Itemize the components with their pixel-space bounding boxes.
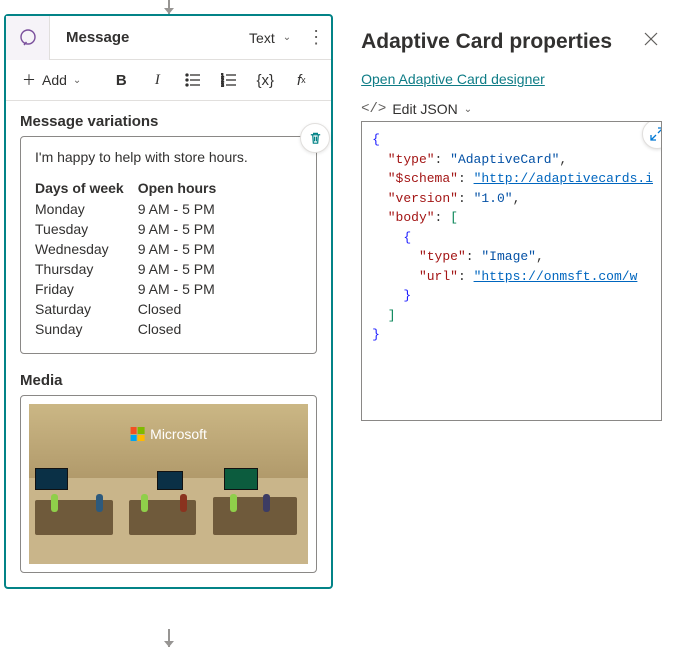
overflow-menu-button[interactable]: ⋮: [301, 27, 331, 48]
bullet-list-button[interactable]: [177, 66, 209, 94]
editor-toolbar: ＋ Add ⌄ B I 123 {x} fx: [6, 60, 331, 101]
hours-table: Days of week Open hours Monday9 AM - 5 P…: [35, 177, 230, 339]
card-header: Message Text ⌄ ⋮: [6, 16, 331, 60]
media-title: Media: [20, 372, 317, 389]
formula-button[interactable]: fx: [285, 66, 317, 94]
type-selector[interactable]: Text ⌄: [239, 26, 301, 50]
number-list-button[interactable]: 123: [213, 66, 245, 94]
table-row: Monday9 AM - 5 PM: [35, 199, 230, 219]
properties-title: Adaptive Card properties: [361, 30, 612, 54]
variation-intro: I'm happy to help with store hours.: [35, 149, 302, 165]
table-row: Thursday9 AM - 5 PM: [35, 259, 230, 279]
card-title: Message: [50, 29, 239, 46]
table-header-row: Days of week Open hours: [35, 177, 230, 199]
table-row: Friday9 AM - 5 PM: [35, 279, 230, 299]
svg-text:3: 3: [221, 83, 224, 87]
variations-title: Message variations: [20, 113, 317, 130]
media-box[interactable]: Microsoft: [20, 395, 317, 573]
message-variation-box[interactable]: I'm happy to help with store hours. Days…: [20, 136, 317, 354]
italic-button[interactable]: I: [141, 66, 173, 94]
card-body: Message variations I'm happy to help wit…: [6, 101, 331, 587]
bold-button[interactable]: B: [105, 66, 137, 94]
message-icon: [6, 16, 50, 60]
chevron-down-icon: ⌄: [73, 75, 81, 86]
properties-panel: Adaptive Card properties Open Adaptive C…: [337, 0, 676, 629]
chevron-down-icon: ⌄: [464, 104, 472, 115]
edit-json-toggle[interactable]: </> Edit JSON ⌄: [361, 101, 662, 117]
open-designer-link[interactable]: Open Adaptive Card designer: [361, 71, 545, 87]
col-days: Days of week: [35, 177, 138, 199]
table-row: SundayClosed: [35, 319, 230, 339]
store-image: Microsoft: [29, 404, 308, 564]
chevron-down-icon: ⌄: [283, 32, 291, 43]
variable-button[interactable]: {x}: [249, 66, 281, 94]
add-button[interactable]: ＋ Add ⌄: [14, 66, 89, 94]
delete-variation-button[interactable]: [300, 123, 330, 153]
type-label: Text: [249, 30, 275, 46]
plus-icon: ＋: [22, 70, 36, 90]
json-editor[interactable]: { "type": "AdaptiveCard", "$schema": "ht…: [361, 121, 662, 421]
message-node-panel: Message Text ⌄ ⋮ ＋ Add ⌄ B I 123 {x} fx: [0, 0, 337, 629]
message-card: Message Text ⌄ ⋮ ＋ Add ⌄ B I 123 {x} fx: [4, 14, 333, 589]
table-row: Tuesday9 AM - 5 PM: [35, 219, 230, 239]
col-hours: Open hours: [138, 177, 231, 199]
table-row: Wednesday9 AM - 5 PM: [35, 239, 230, 259]
edit-json-label: Edit JSON: [392, 101, 457, 117]
table-row: SaturdayClosed: [35, 299, 230, 319]
close-button[interactable]: [640, 28, 662, 55]
flow-connector-bottom: [168, 629, 170, 647]
expand-button[interactable]: [642, 121, 662, 149]
code-icon: </>: [361, 101, 386, 117]
add-label: Add: [42, 72, 67, 88]
properties-header: Adaptive Card properties: [361, 28, 662, 55]
media-section: Media Microsoft: [20, 372, 317, 573]
flow-connector-top: [168, 0, 170, 14]
microsoft-logo: Microsoft: [130, 426, 207, 442]
